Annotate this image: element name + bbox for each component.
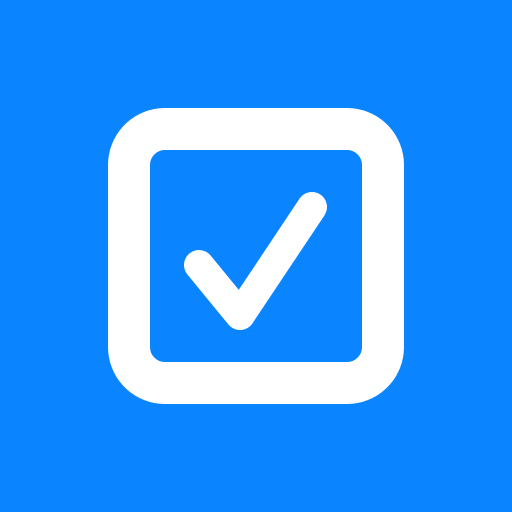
- icon-background: [0, 0, 512, 512]
- checkbox-checked-icon: [0, 0, 512, 512]
- app-icon: [0, 0, 512, 512]
